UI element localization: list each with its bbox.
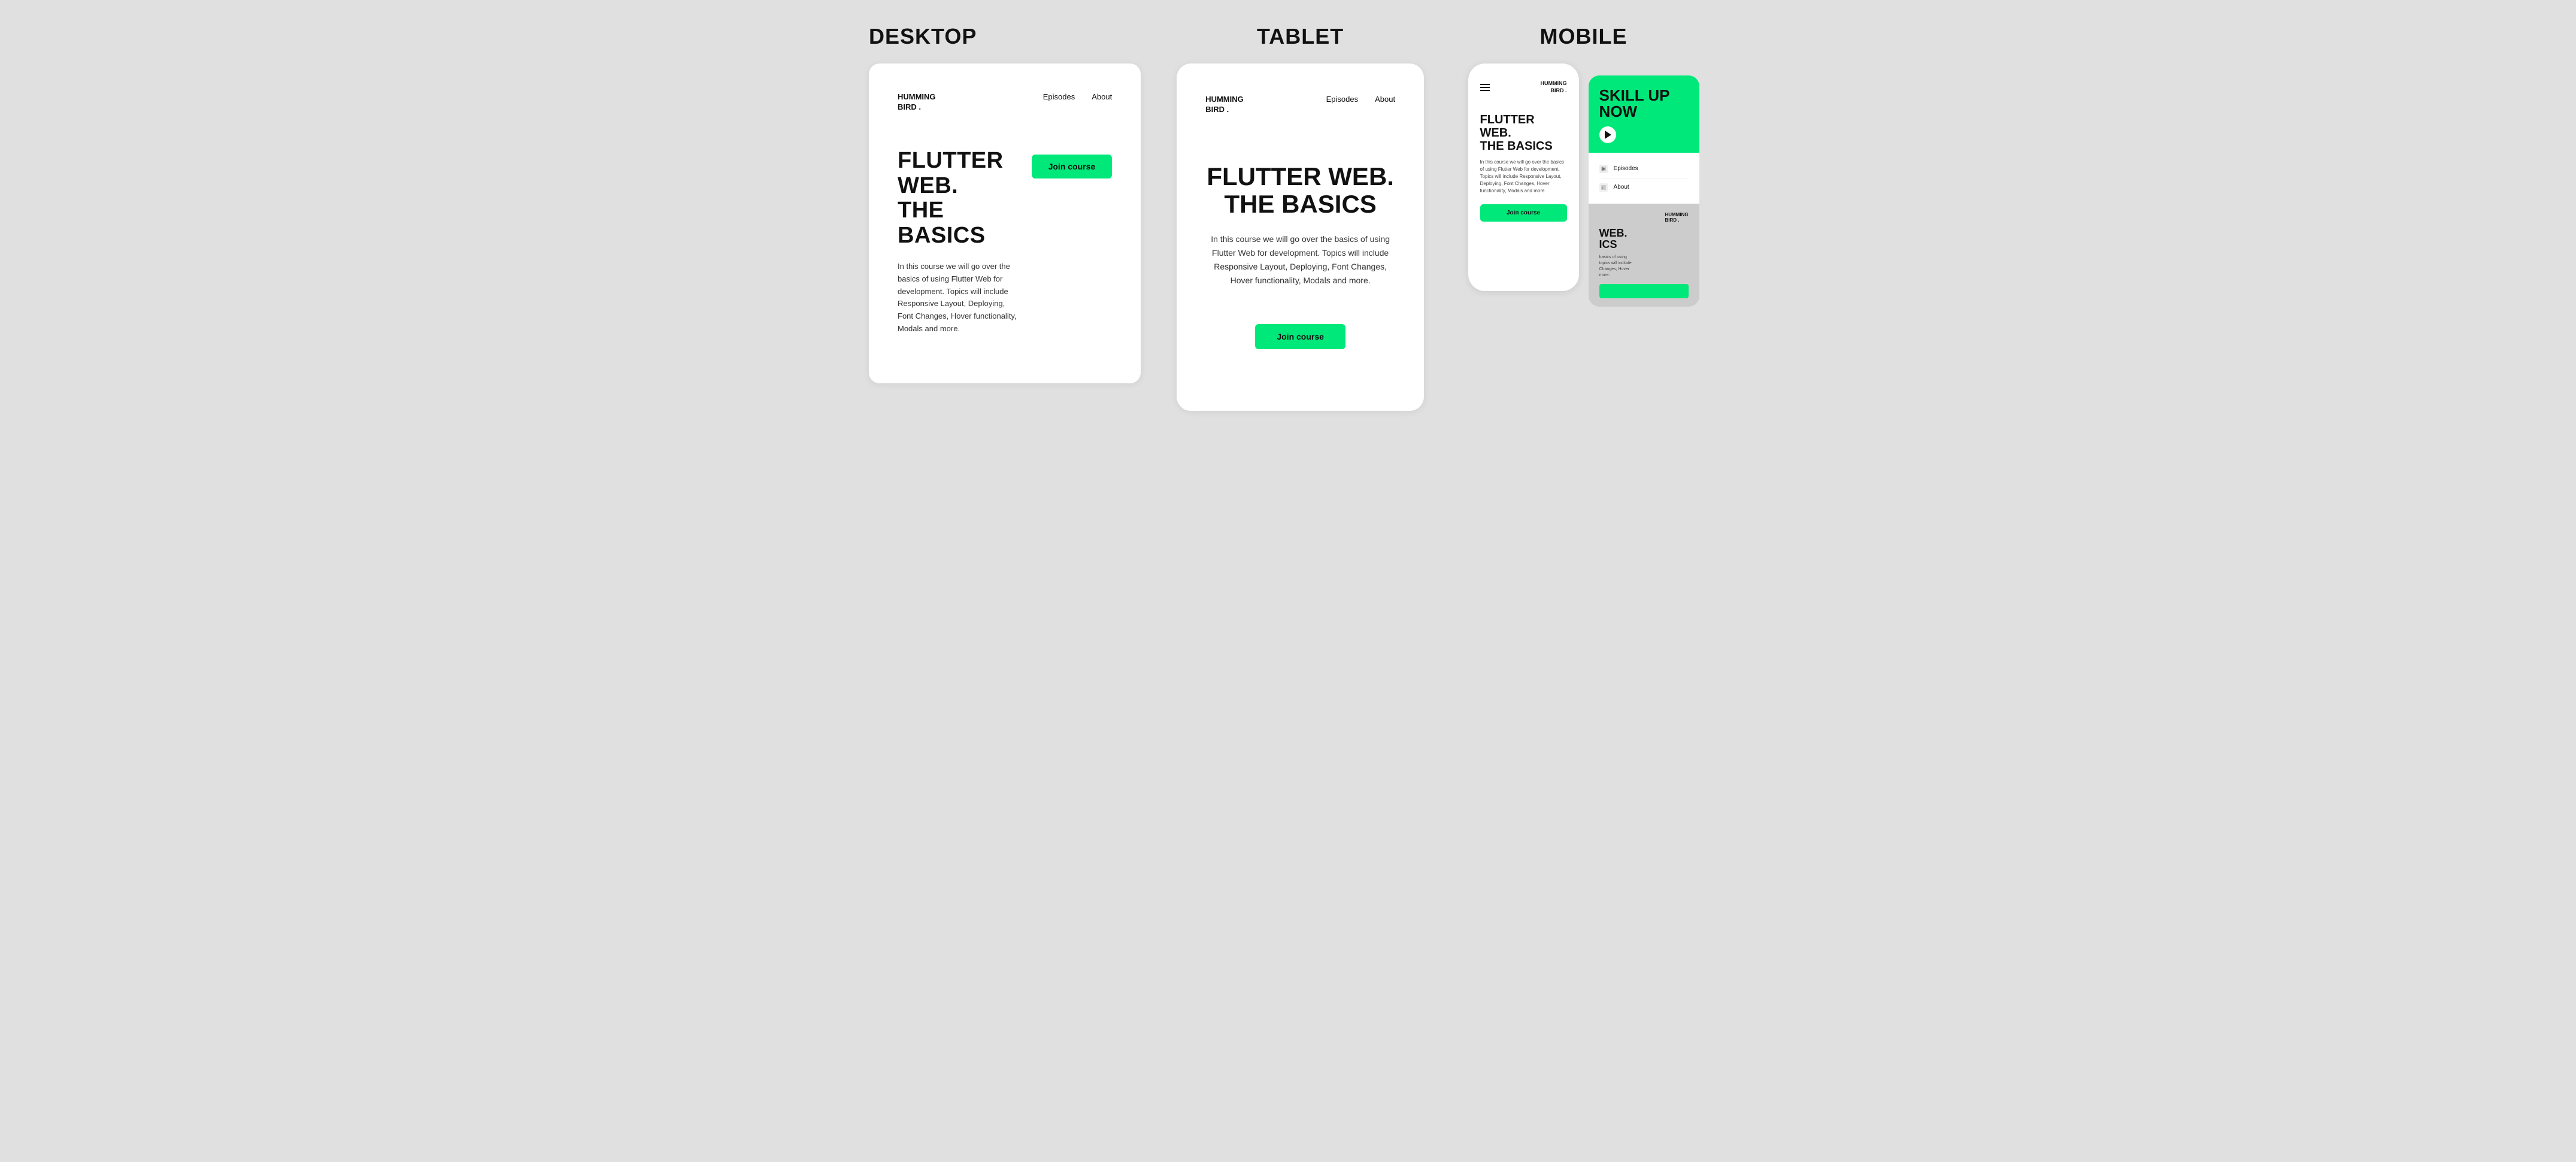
- tablet-hero: FLUTTER WEB.THE BASICS In this course we…: [1205, 163, 1395, 349]
- desktop-hero-right: Join course: [1032, 149, 1113, 190]
- desktop-nav-episodes[interactable]: Episodes: [1043, 92, 1075, 101]
- tablet-nav-episodes[interactable]: Episodes: [1326, 95, 1358, 104]
- desktop-section: DESKTOP HUMMINGBIRD . Episodes About FLU…: [869, 24, 1141, 383]
- mobile-phone2: SKILL UPNOW Episodes i: [1589, 75, 1699, 307]
- main-layout: DESKTOP HUMMINGBIRD . Episodes About FLU…: [869, 24, 1707, 411]
- mobile-hero-desc: In this course we will go over the basic…: [1480, 159, 1567, 195]
- tablet-nav-links: Episodes About: [1326, 95, 1395, 104]
- overlay-green-panel: SKILL UPNOW: [1589, 75, 1699, 153]
- episodes-icon: [1599, 165, 1608, 173]
- tablet-hero-desc: In this course we will go over the basic…: [1205, 232, 1395, 288]
- tablet-join-button[interactable]: Join course: [1255, 324, 1345, 349]
- tablet-hero-title: FLUTTER WEB.THE BASICS: [1205, 163, 1395, 218]
- desktop-hero-left: FLUTTER WEB.THE BASICS In this course we…: [898, 149, 1020, 335]
- tablet-brand: HUMMINGBIRD .: [1205, 95, 1244, 115]
- tablet-card: HUMMINGBIRD . Episodes About FLUTTER WEB…: [1177, 63, 1424, 411]
- tablet-nav: HUMMINGBIRD . Episodes About: [1205, 95, 1395, 115]
- mobile-brand: HUMMINGBIRD .: [1541, 80, 1567, 94]
- overlay-brand-name: HUMMINGBIRD .: [1665, 212, 1688, 223]
- about-label: About: [1614, 184, 1629, 190]
- about-icon: i: [1599, 183, 1608, 192]
- mobile-phones-row: HUMMINGBIRD . FLUTTER WEB.THE BASICS In …: [1460, 63, 1707, 307]
- overlay-menu-about[interactable]: i About: [1599, 178, 1689, 196]
- desktop-hero-title: FLUTTER WEB.THE BASICS: [898, 149, 1020, 249]
- desktop-nav-about[interactable]: About: [1092, 92, 1112, 101]
- desktop-join-button[interactable]: Join course: [1032, 155, 1113, 178]
- episodes-label: Episodes: [1614, 165, 1638, 172]
- overlay-gray-panel: HUMMINGBIRD . WEB.ICS basics of usingtop…: [1589, 204, 1699, 307]
- play-triangle-icon: [1605, 131, 1611, 139]
- mobile-hero-title: FLUTTER WEB.THE BASICS: [1480, 113, 1567, 153]
- desktop-nav: HUMMINGBIRD . Episodes About: [898, 92, 1112, 113]
- overlay-desc-partial: basics of usingtopics will includeChange…: [1599, 255, 1689, 278]
- overlay-green-btn[interactable]: [1599, 284, 1689, 298]
- overlay-title-partial: WEB.ICS: [1599, 228, 1689, 252]
- desktop-hero-desc: In this course we will go over the basic…: [898, 261, 1020, 335]
- mobile-top-bar: HUMMINGBIRD .: [1480, 80, 1567, 94]
- play-button[interactable]: [1599, 126, 1616, 143]
- desktop-nav-links: Episodes About: [1043, 92, 1112, 101]
- desktop-card: HUMMINGBIRD . Episodes About FLUTTER WEB…: [869, 63, 1141, 383]
- desktop-label: DESKTOP: [869, 24, 1141, 49]
- tablet-nav-about[interactable]: About: [1375, 95, 1395, 104]
- mobile-label: MOBILE: [1460, 24, 1707, 49]
- overlay-white-panel: Episodes i About: [1589, 153, 1699, 204]
- overlay-menu-episodes[interactable]: Episodes: [1599, 160, 1689, 178]
- overlay-brand-top: HUMMINGBIRD .: [1599, 212, 1689, 223]
- skill-up-text: SKILL UPNOW: [1599, 87, 1689, 120]
- hamburger-icon[interactable]: [1480, 84, 1490, 91]
- desktop-content: FLUTTER WEB.THE BASICS In this course we…: [898, 149, 1112, 335]
- desktop-brand: HUMMINGBIRD .: [898, 92, 936, 113]
- mobile-section: MOBILE HUMMINGBIRD . FLUTTER WEB.THE BAS…: [1460, 24, 1707, 307]
- tablet-label: TABLET: [1257, 24, 1344, 49]
- mobile-join-button[interactable]: Join course: [1480, 204, 1567, 222]
- tablet-section: TABLET HUMMINGBIRD . Episodes About FLUT…: [1177, 24, 1424, 411]
- mobile-phone1: HUMMINGBIRD . FLUTTER WEB.THE BASICS In …: [1468, 63, 1579, 291]
